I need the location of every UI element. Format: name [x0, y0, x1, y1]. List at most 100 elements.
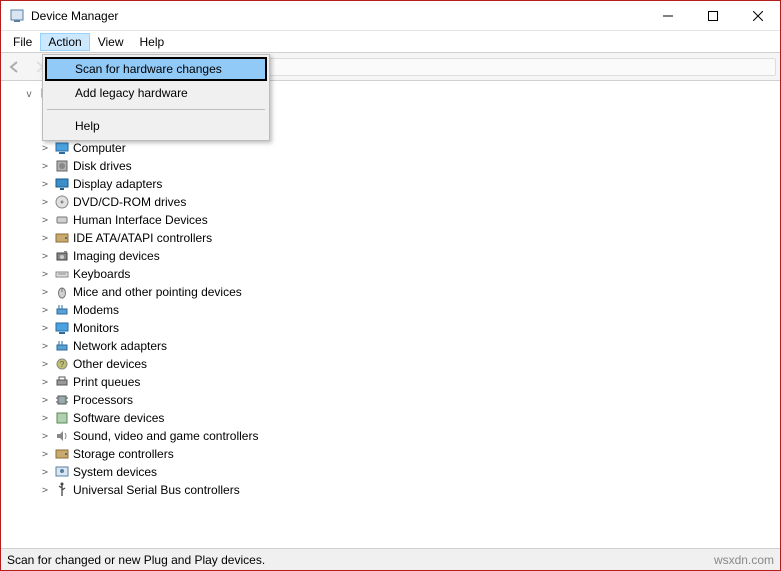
chevron-right-icon[interactable]: >	[39, 215, 51, 226]
tree-node-label: Computer	[73, 141, 126, 155]
tree-node[interactable]: > Display adapters	[19, 175, 780, 193]
tree-node[interactable]: > Mice and other pointing devices	[19, 283, 780, 301]
tree-node[interactable]: > Human Interface Devices	[19, 211, 780, 229]
modem-icon	[53, 302, 71, 318]
tree-node-label: Sound, video and game controllers	[73, 429, 258, 443]
tree-node[interactable]: > Sound, video and game controllers	[19, 427, 780, 445]
tree-node[interactable]: > Modems	[19, 301, 780, 319]
chevron-right-icon[interactable]: >	[39, 179, 51, 190]
tree-node[interactable]: > Software devices	[19, 409, 780, 427]
system-icon	[53, 464, 71, 480]
menu-item-add-legacy[interactable]: Add legacy hardware	[45, 81, 267, 105]
watermark: wsxdn.com	[714, 553, 774, 567]
svg-text:?: ?	[60, 360, 65, 369]
disk-icon	[53, 158, 71, 174]
chevron-right-icon[interactable]: >	[39, 269, 51, 280]
tree-node[interactable]: > Network adapters	[19, 337, 780, 355]
status-text: Scan for changed or new Plug and Play de…	[7, 553, 265, 567]
network-icon	[53, 338, 71, 354]
software-icon	[53, 410, 71, 426]
tree-node-label: System devices	[73, 465, 157, 479]
minimize-button[interactable]	[645, 1, 690, 30]
chevron-right-icon[interactable]: >	[39, 359, 51, 370]
menu-file[interactable]: File	[5, 33, 40, 51]
chevron-right-icon[interactable]: >	[39, 323, 51, 334]
computer-icon	[53, 140, 71, 156]
tree-node[interactable]: > Universal Serial Bus controllers	[19, 481, 780, 499]
chevron-right-icon[interactable]: >	[39, 197, 51, 208]
tree-node[interactable]: > Imaging devices	[19, 247, 780, 265]
menu-help[interactable]: Help	[132, 33, 173, 51]
tree-node[interactable]: > DVD/CD-ROM drives	[19, 193, 780, 211]
expander-icon[interactable]: v	[23, 89, 35, 100]
tree-node-label: Print queues	[73, 375, 140, 389]
chevron-right-icon[interactable]: >	[39, 233, 51, 244]
tree-node-label: Mice and other pointing devices	[73, 285, 242, 299]
monitor-icon	[53, 320, 71, 336]
tree-node[interactable]: > Disk drives	[19, 157, 780, 175]
menu-item-help[interactable]: Help	[45, 114, 267, 138]
tree-node-label: Human Interface Devices	[73, 213, 208, 227]
chevron-right-icon[interactable]: >	[39, 341, 51, 352]
tree-node-label: Network adapters	[73, 339, 167, 353]
title-bar: Device Manager	[1, 1, 780, 31]
maximize-button[interactable]	[690, 1, 735, 30]
tree-node-label: Display adapters	[73, 177, 162, 191]
chevron-right-icon[interactable]: >	[39, 161, 51, 172]
chevron-right-icon[interactable]: >	[39, 467, 51, 478]
window-controls	[645, 1, 780, 30]
other-icon: ?	[53, 356, 71, 372]
tree-node-label: Other devices	[73, 357, 147, 371]
display-icon	[53, 176, 71, 192]
menu-action[interactable]: Action	[40, 33, 89, 51]
chevron-right-icon[interactable]: >	[39, 377, 51, 388]
cpu-icon	[53, 392, 71, 408]
tree-node[interactable]: > IDE ATA/ATAPI controllers	[19, 229, 780, 247]
chevron-right-icon[interactable]: >	[39, 431, 51, 442]
tree-node[interactable]: >Monitors	[19, 319, 780, 337]
mouse-icon	[53, 284, 71, 300]
tree-node[interactable]: >? Other devices	[19, 355, 780, 373]
tree-node-label: IDE ATA/ATAPI controllers	[73, 231, 212, 245]
chevron-right-icon[interactable]: >	[39, 287, 51, 298]
optical-icon	[53, 194, 71, 210]
tree-node-label: Keyboards	[73, 267, 130, 281]
action-dropdown: Scan for hardware changes Add legacy har…	[42, 54, 270, 141]
tree-node[interactable]: > Computer	[19, 139, 780, 157]
tree-node-label: Disk drives	[73, 159, 132, 173]
menu-separator	[47, 109, 265, 110]
menu-item-scan-hardware[interactable]: Scan for hardware changes	[45, 57, 267, 81]
tree-node[interactable]: >Storage controllers	[19, 445, 780, 463]
imaging-icon	[53, 248, 71, 264]
chevron-right-icon[interactable]: >	[39, 305, 51, 316]
chevron-right-icon[interactable]: >	[39, 413, 51, 424]
close-button[interactable]	[735, 1, 780, 30]
usb-icon	[53, 482, 71, 498]
ide-icon	[53, 230, 71, 246]
storage-icon	[53, 446, 71, 462]
tree-node[interactable]: > Processors	[19, 391, 780, 409]
tree-node[interactable]: > Print queues	[19, 373, 780, 391]
tree-node-label: DVD/CD-ROM drives	[73, 195, 186, 209]
tree-node-label: Software devices	[73, 411, 164, 425]
tree-node-label: Processors	[73, 393, 133, 407]
chevron-right-icon[interactable]: >	[39, 395, 51, 406]
back-button[interactable]	[5, 57, 25, 77]
app-icon	[9, 8, 25, 24]
tree-node[interactable]: > System devices	[19, 463, 780, 481]
keyboard-icon	[53, 266, 71, 282]
tree-node-label: Universal Serial Bus controllers	[73, 483, 240, 497]
chevron-right-icon[interactable]: >	[39, 251, 51, 262]
chevron-right-icon[interactable]: >	[39, 449, 51, 460]
hid-icon	[53, 212, 71, 228]
chevron-right-icon[interactable]: >	[39, 485, 51, 496]
status-bar: Scan for changed or new Plug and Play de…	[1, 548, 780, 570]
tree-node-label: Imaging devices	[73, 249, 160, 263]
tree-node[interactable]: > Keyboards	[19, 265, 780, 283]
device-tree[interactable]: v >Batteries>Bluetooth>Computer>Disk dri…	[1, 81, 780, 561]
menu-bar: File Action View Help	[1, 31, 780, 53]
chevron-right-icon[interactable]: >	[39, 143, 51, 154]
tree-node-label: Modems	[73, 303, 119, 317]
menu-view[interactable]: View	[90, 33, 132, 51]
window-title: Device Manager	[31, 9, 645, 23]
